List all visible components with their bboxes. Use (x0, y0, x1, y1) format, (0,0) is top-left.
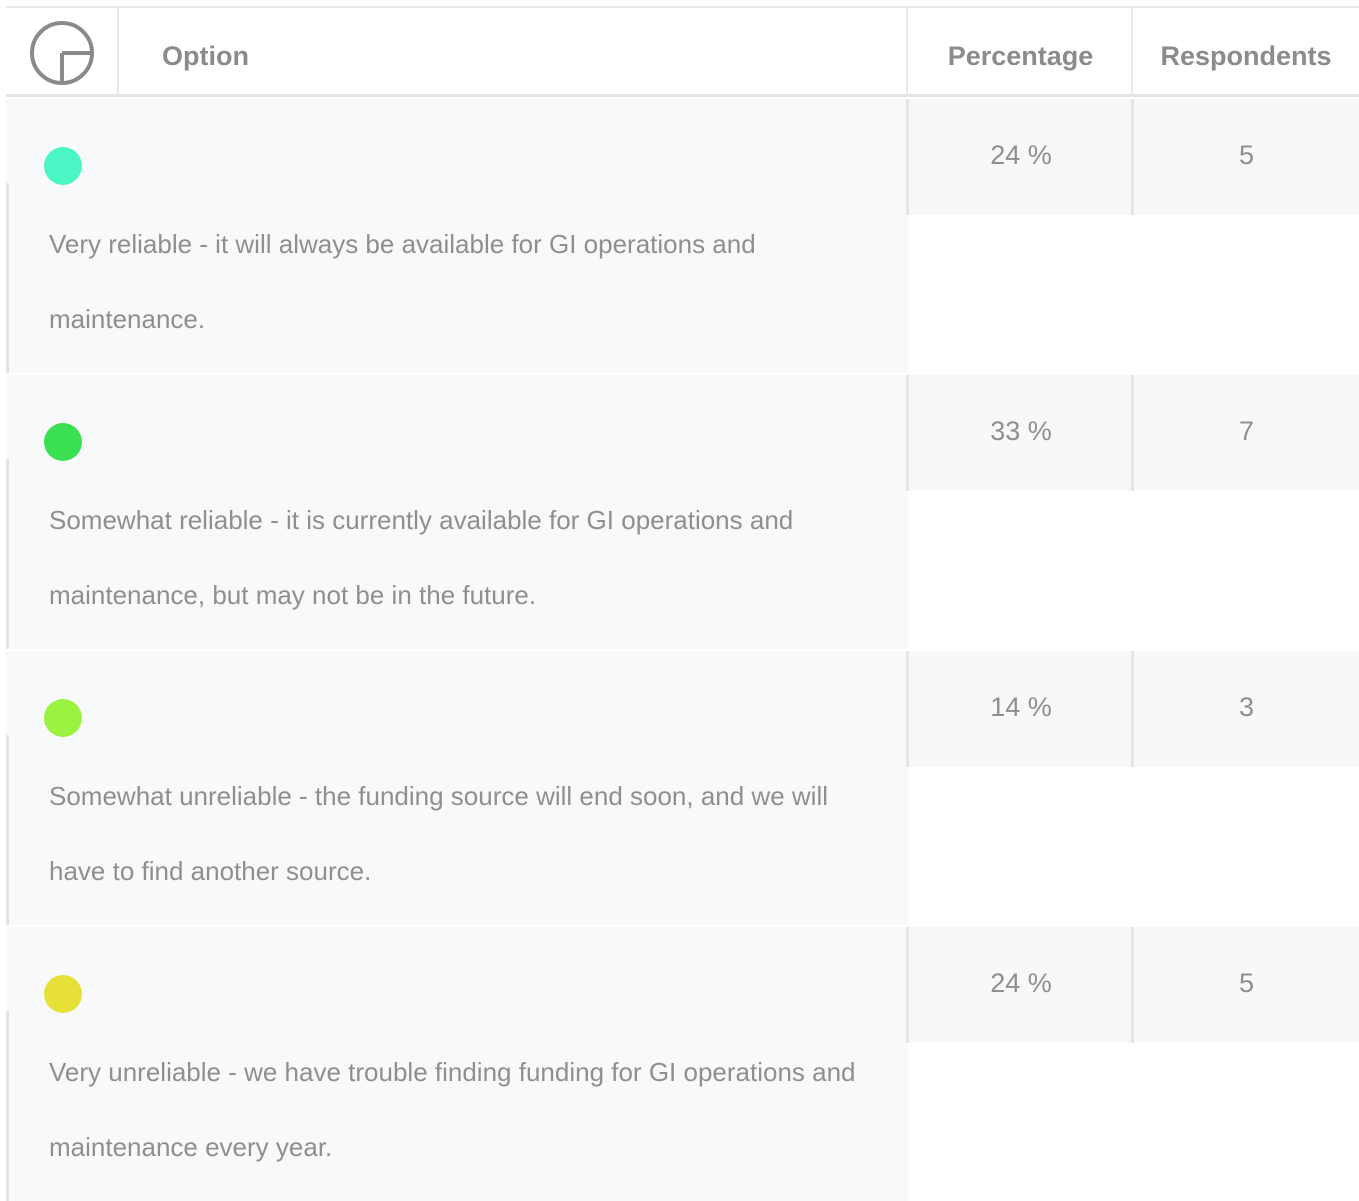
option-label: Very unreliable - we have trouble findin… (49, 1057, 856, 1162)
color-swatch (44, 699, 82, 737)
table-row: Somewhat reliable - it is currently avai… (6, 375, 1359, 649)
respondents-cell: 5 (1131, 99, 1359, 215)
option-cell: Very reliable - it will always be availa… (6, 99, 908, 373)
option-label: Somewhat reliable - it is currently avai… (49, 505, 794, 610)
table-row: Somewhat unreliable - the funding source… (6, 651, 1359, 925)
table-header: Option Percentage Respondents (6, 6, 1359, 97)
percentage-cell: 14 % (906, 651, 1133, 767)
percentage-cell: 24 % (906, 99, 1133, 215)
respondents-cell: 5 (1131, 927, 1359, 1043)
color-swatch (44, 147, 82, 185)
header-icon-cell (6, 8, 119, 94)
table-row: Very unreliable - we have trouble findin… (6, 927, 1359, 1201)
option-column-header: Option (162, 41, 249, 71)
color-swatch (44, 423, 82, 461)
percentage-cell: 33 % (906, 375, 1133, 491)
color-swatch (44, 975, 82, 1013)
option-label: Somewhat unreliable - the funding source… (49, 781, 828, 886)
option-cell: Very unreliable - we have trouble findin… (6, 927, 908, 1201)
respondents-column-header: Respondents (1160, 41, 1332, 71)
pie-chart-icon (30, 21, 94, 85)
option-label: Very reliable - it will always be availa… (49, 229, 756, 334)
option-cell: Somewhat unreliable - the funding source… (6, 651, 908, 925)
option-cell: Somewhat reliable - it is currently avai… (6, 375, 908, 649)
table-row: Very reliable - it will always be availa… (6, 99, 1359, 373)
percentage-column-header: Percentage (947, 41, 1094, 71)
percentage-cell: 24 % (906, 927, 1133, 1043)
respondents-cell: 3 (1131, 651, 1359, 767)
respondents-cell: 7 (1131, 375, 1359, 491)
